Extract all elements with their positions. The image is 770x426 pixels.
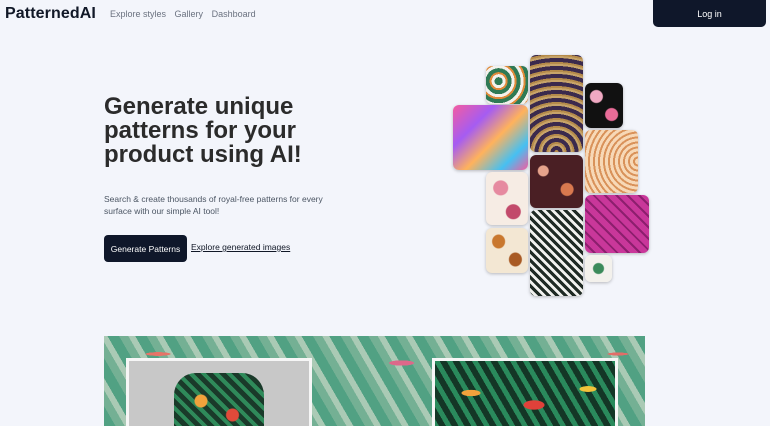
shirt-image — [174, 373, 264, 426]
explore-generated-images-link[interactable]: Explore generated images — [191, 242, 290, 252]
login-button[interactable]: Log in — [653, 0, 766, 27]
pattern-tile[interactable] — [530, 55, 583, 152]
pattern-print-image — [432, 358, 618, 426]
pattern-tile[interactable] — [530, 155, 583, 208]
pattern-tile[interactable] — [486, 228, 528, 273]
hero-subtitle: Search & create thousands of royal-free … — [104, 194, 323, 216]
nav-link-explore-styles[interactable]: Explore styles — [110, 9, 166, 19]
generate-patterns-button[interactable]: Generate Patterns — [104, 235, 187, 262]
pattern-tile[interactable] — [585, 255, 612, 282]
top-nav: PatternedAI Explore styles Gallery Dashb… — [0, 0, 770, 30]
hero-title: Generate unique patterns for your produc… — [104, 93, 302, 168]
pattern-tile[interactable] — [585, 130, 638, 193]
pattern-tile[interactable] — [585, 83, 623, 128]
pattern-tile[interactable] — [453, 105, 528, 170]
showcase-banner — [104, 336, 645, 426]
nav-link-dashboard[interactable]: Dashboard — [212, 9, 256, 19]
shirt-mockup-image — [126, 358, 312, 426]
pattern-tile[interactable] — [486, 66, 528, 104]
nav-link-gallery[interactable]: Gallery — [175, 9, 204, 19]
logo[interactable]: PatternedAI — [5, 5, 96, 23]
pattern-tile[interactable] — [530, 210, 583, 296]
pattern-tile[interactable] — [486, 172, 528, 225]
pattern-tile[interactable] — [585, 195, 649, 253]
nav-links: Explore styles Gallery Dashboard — [110, 9, 262, 19]
